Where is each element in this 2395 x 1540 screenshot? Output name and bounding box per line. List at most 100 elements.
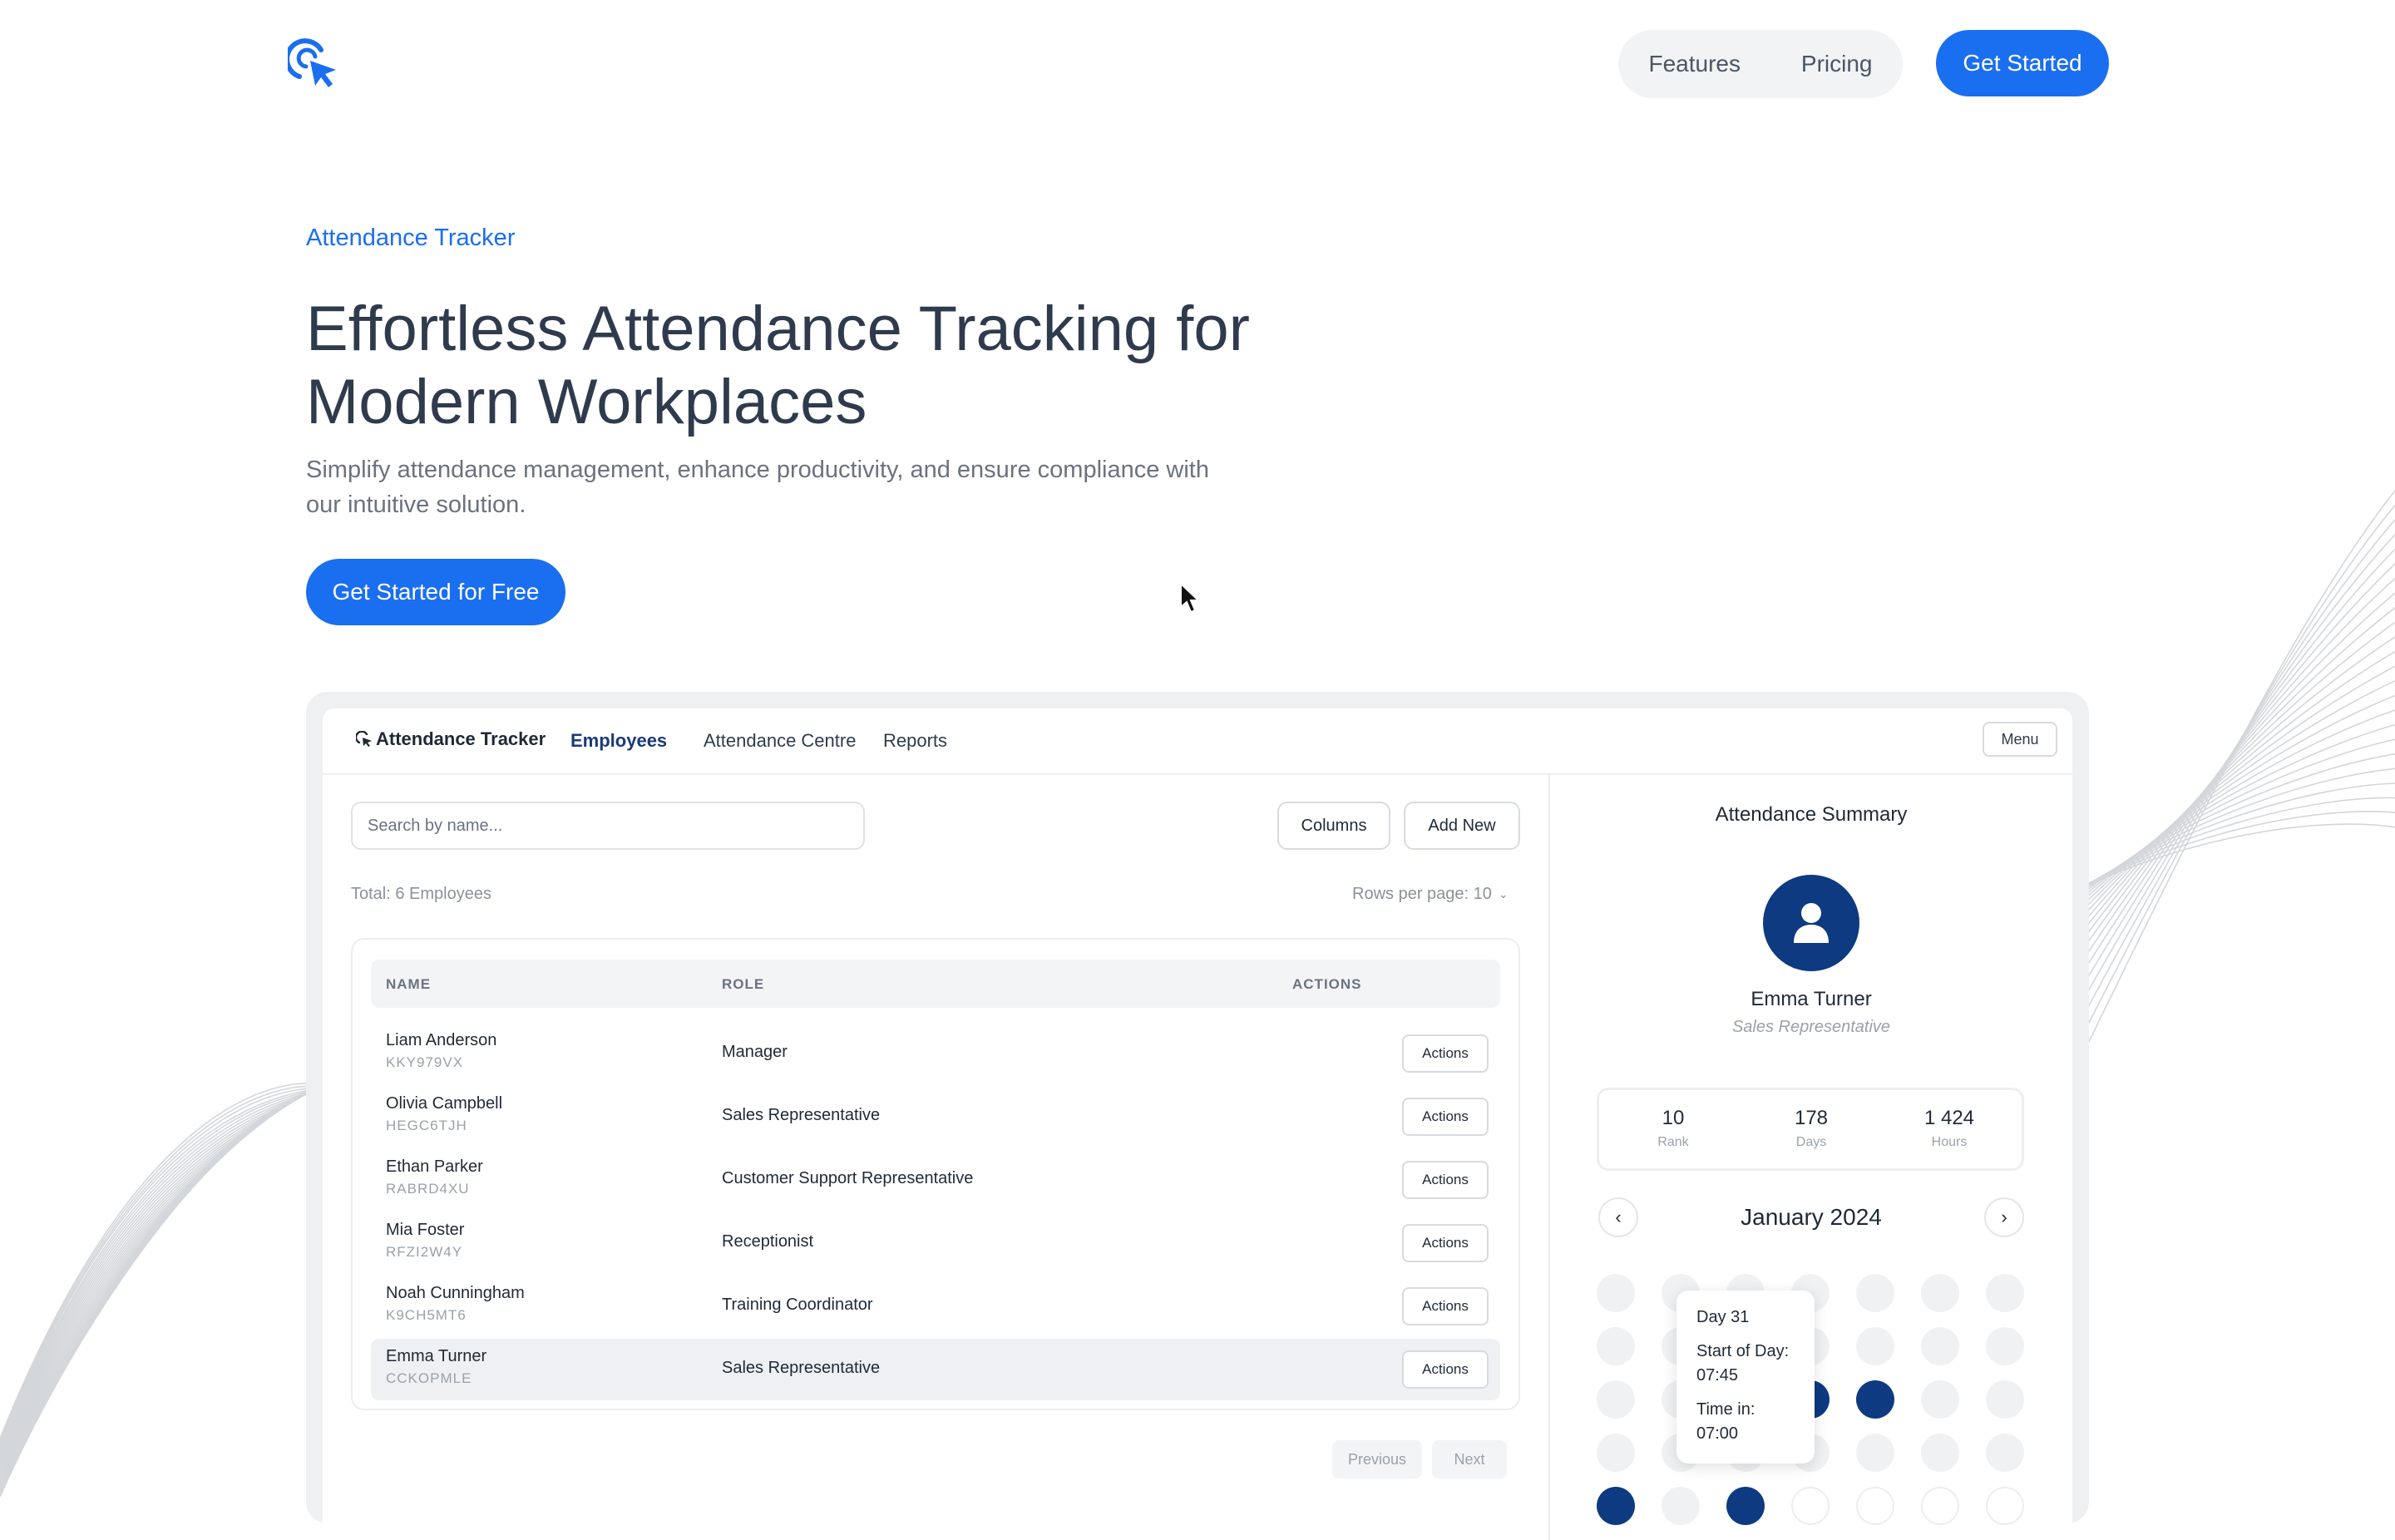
- employee-id: HEGC6TJH: [386, 1118, 467, 1133]
- employee-name: Mia Foster: [386, 1221, 465, 1239]
- hero-subtitle-line-2: our intuitive solution.: [306, 491, 526, 518]
- tab-employees[interactable]: Employees: [570, 730, 667, 752]
- table-row[interactable]: Liam Anderson KKY979VX Manager Actions: [371, 1023, 1500, 1084]
- calendar-day[interactable]: [1597, 1327, 1635, 1365]
- summary-employee-name: Emma Turner: [1751, 988, 1872, 1010]
- employee-id: RFZI2W4Y: [386, 1244, 463, 1260]
- hero-title-line-1: Effortless Attendance Tracking for: [306, 294, 1250, 364]
- panel-divider: [1548, 775, 1550, 1540]
- row-actions-button[interactable]: Actions: [1402, 1161, 1489, 1199]
- tooltip-time-in-value: 07:00: [1696, 1424, 1739, 1443]
- summary-title: Attendance Summary: [1715, 803, 1908, 826]
- search-input[interactable]: [351, 802, 865, 850]
- stat-days-value: 178: [1794, 1107, 1829, 1129]
- calendar-day[interactable]: [1856, 1274, 1894, 1312]
- calendar-day[interactable]: [1921, 1487, 1959, 1525]
- column-header-role[interactable]: ROLE: [722, 976, 764, 993]
- employee-id: RABRD4XU: [386, 1181, 470, 1197]
- stat-rank: 10 Rank: [1611, 1107, 1736, 1150]
- get-started-button[interactable]: Get Started: [1936, 30, 2109, 96]
- hero-subtitle-line-1: Simplify attendance management, enhance …: [306, 457, 1209, 483]
- summary-stats: 10 Rank 178 Days 1 424 Hours: [1597, 1088, 2024, 1171]
- app-logo-icon: [356, 731, 372, 747]
- employee-name: Olivia Campbell: [386, 1094, 503, 1113]
- row-actions-button[interactable]: Actions: [1402, 1224, 1489, 1262]
- app-window: Attendance Tracker Employees Attendance …: [323, 708, 2072, 1540]
- stat-hours-value: 1 424: [1923, 1107, 1975, 1129]
- app-navbar: Attendance Tracker Employees Attendance …: [323, 708, 2072, 775]
- calendar-day[interactable]: [1921, 1327, 1959, 1365]
- nav-link-pricing[interactable]: Pricing: [1801, 51, 1873, 77]
- employee-role: Sales Representative: [722, 1106, 881, 1124]
- calendar-day[interactable]: [1986, 1380, 2024, 1419]
- next-month-button[interactable]: ›: [1984, 1197, 2024, 1237]
- calendar-day[interactable]: [1986, 1327, 2024, 1365]
- calendar-day[interactable]: [1856, 1380, 1894, 1419]
- hero-eyebrow: Attendance Tracker: [306, 225, 516, 251]
- calendar-day[interactable]: [1856, 1487, 1894, 1525]
- calendar-day[interactable]: [1856, 1434, 1894, 1472]
- get-started-free-button[interactable]: Get Started for Free: [306, 559, 565, 625]
- row-actions-button[interactable]: Actions: [1402, 1034, 1489, 1073]
- day-tooltip: Day 31 Start of Day: 07:45 Time in: 07:0…: [1676, 1291, 1815, 1463]
- columns-button[interactable]: Columns: [1277, 802, 1390, 850]
- calendar-day[interactable]: [1597, 1380, 1635, 1419]
- employee-id: CCKOPMLE: [386, 1370, 472, 1386]
- employee-role: Training Coordinator: [722, 1296, 873, 1314]
- stat-rank-value: 10: [1662, 1107, 1685, 1129]
- chevron-down-icon: ⌄: [1498, 887, 1509, 901]
- mouse-pointer-icon: [1180, 582, 1201, 614]
- calendar-day[interactable]: [1856, 1327, 1894, 1365]
- tooltip-start-value: 07:45: [1696, 1366, 1739, 1385]
- summary-employee-role: Sales Representative: [1731, 1018, 1891, 1036]
- table-header: NAME ROLE ACTIONS: [371, 960, 1500, 1008]
- rows-per-page-select[interactable]: Rows per page: 10 ⌄: [1352, 885, 1509, 904]
- calendar-day[interactable]: [1726, 1487, 1765, 1525]
- employee-table: NAME ROLE ACTIONS Liam Anderson KKY979VX M…: [351, 938, 1520, 1410]
- calendar-day[interactable]: [1597, 1487, 1635, 1525]
- employee-role: Manager: [722, 1043, 788, 1061]
- calendar-day[interactable]: [1986, 1487, 2024, 1525]
- tab-reports[interactable]: Reports: [883, 730, 947, 752]
- calendar-day[interactable]: [1921, 1380, 1959, 1419]
- table-row[interactable]: Mia Foster RFZI2W4Y Receptionist Actions: [371, 1212, 1500, 1274]
- total-employees: Total: 6 Employees: [351, 885, 491, 903]
- calendar-day[interactable]: [1921, 1434, 1959, 1472]
- calendar-day[interactable]: [1791, 1487, 1830, 1525]
- calendar-day[interactable]: [1662, 1487, 1700, 1525]
- calendar-day[interactable]: [1597, 1274, 1635, 1312]
- column-header-name[interactable]: NAME: [386, 976, 431, 993]
- table-row[interactable]: Ethan Parker RABRD4XU Customer Support Rep…: [371, 1149, 1500, 1211]
- menu-button[interactable]: Menu: [1983, 722, 2057, 757]
- employee-name: Noah Cunningham: [386, 1284, 525, 1302]
- row-actions-button[interactable]: Actions: [1402, 1098, 1489, 1136]
- employee-name: Emma Turner: [386, 1347, 487, 1365]
- logo-cursor-icon[interactable]: [288, 38, 339, 90]
- avatar: [1763, 875, 1859, 971]
- calendar-day[interactable]: [1986, 1434, 2024, 1472]
- tooltip-day: Day 31: [1696, 1308, 1750, 1326]
- table-row[interactable]: Noah Cunningham K9CH5MT6 Training Coordina…: [371, 1276, 1500, 1337]
- row-actions-button[interactable]: Actions: [1402, 1350, 1489, 1389]
- calendar-day[interactable]: [1597, 1434, 1635, 1472]
- calendar-day[interactable]: [1921, 1274, 1959, 1312]
- user-icon: [1794, 903, 1829, 943]
- hero-title-line-2: Modern Workplaces: [306, 367, 867, 437]
- app-brand-label: Attendance Tracker: [376, 728, 546, 749]
- next-page-button[interactable]: Next: [1432, 1440, 1507, 1478]
- stat-rank-label: Rank: [1657, 1135, 1689, 1149]
- table-row[interactable]: Olivia Campbell HEGC6TJH Sales Representat…: [371, 1086, 1500, 1148]
- app-preview-frame: Attendance Tracker Employees Attendance …: [306, 692, 2089, 1540]
- calendar-day[interactable]: [1986, 1274, 2024, 1312]
- app-brand[interactable]: Attendance Tracker: [356, 728, 546, 750]
- row-actions-button[interactable]: Actions: [1402, 1287, 1489, 1325]
- employee-id: KKY979VX: [386, 1054, 464, 1070]
- add-new-button[interactable]: Add New: [1404, 802, 1520, 850]
- table-row[interactable]: Emma Turner CCKOPMLE Sales Representative A…: [371, 1339, 1500, 1400]
- employee-name: Ethan Parker: [386, 1157, 483, 1176]
- stat-hours-label: Hours: [1931, 1135, 1968, 1149]
- tab-attendance-centre[interactable]: Attendance Centre: [704, 730, 856, 752]
- employee-name: Liam Anderson: [386, 1031, 497, 1049]
- previous-page-button[interactable]: Previous: [1332, 1440, 1422, 1478]
- nav-link-features[interactable]: Features: [1648, 51, 1741, 77]
